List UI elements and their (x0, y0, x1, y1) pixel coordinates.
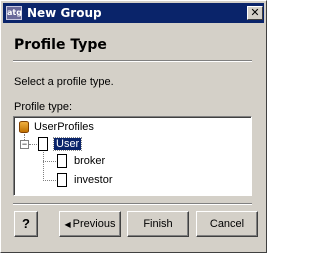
tree-node-broker[interactable]: broker (74, 153, 105, 169)
collapse-toggle[interactable]: − (20, 140, 29, 149)
tree-node-label: investor (74, 174, 113, 186)
page-icon (38, 137, 48, 151)
page-description: Select a profile type. (14, 76, 114, 88)
profile-type-tree[interactable]: UserProfiles − User broker investor (13, 116, 252, 196)
previous-button[interactable]: ◀ Previous (59, 211, 121, 237)
finish-button[interactable]: Finish (127, 211, 189, 237)
close-button[interactable]: ✕ (247, 6, 263, 20)
tree-node-label: User (52, 137, 83, 151)
page-title: Profile Type (14, 37, 107, 53)
profile-type-label: Profile type: (14, 101, 73, 113)
database-icon (19, 121, 29, 133)
header-divider (13, 60, 252, 62)
tree-node-user[interactable]: User (52, 136, 83, 152)
tree-connector (43, 180, 56, 181)
tree-connector (43, 152, 44, 181)
atg-app-icon: atg (6, 6, 22, 20)
arrow-left-icon: ◀ (64, 220, 71, 229)
tree-node-investor[interactable]: investor (74, 172, 113, 188)
window-title: New Group (27, 6, 102, 20)
help-button[interactable]: ? (14, 211, 38, 237)
footer-divider (13, 203, 252, 205)
cancel-button[interactable]: Cancel (196, 211, 258, 237)
new-group-dialog: atg New Group ✕ Profile Type Select a pr… (0, 0, 267, 253)
tree-node-userprofiles[interactable]: UserProfiles (34, 119, 94, 135)
tree-node-label: broker (74, 155, 106, 167)
tree-connector (43, 161, 56, 162)
close-icon: ✕ (250, 7, 260, 19)
tree-connector (29, 144, 37, 145)
tree-node-label: UserProfiles (34, 121, 94, 133)
previous-label: Previous (72, 218, 116, 230)
page-icon (57, 154, 67, 168)
page-icon (57, 173, 67, 187)
title-bar[interactable]: atg New Group ✕ (3, 3, 264, 23)
